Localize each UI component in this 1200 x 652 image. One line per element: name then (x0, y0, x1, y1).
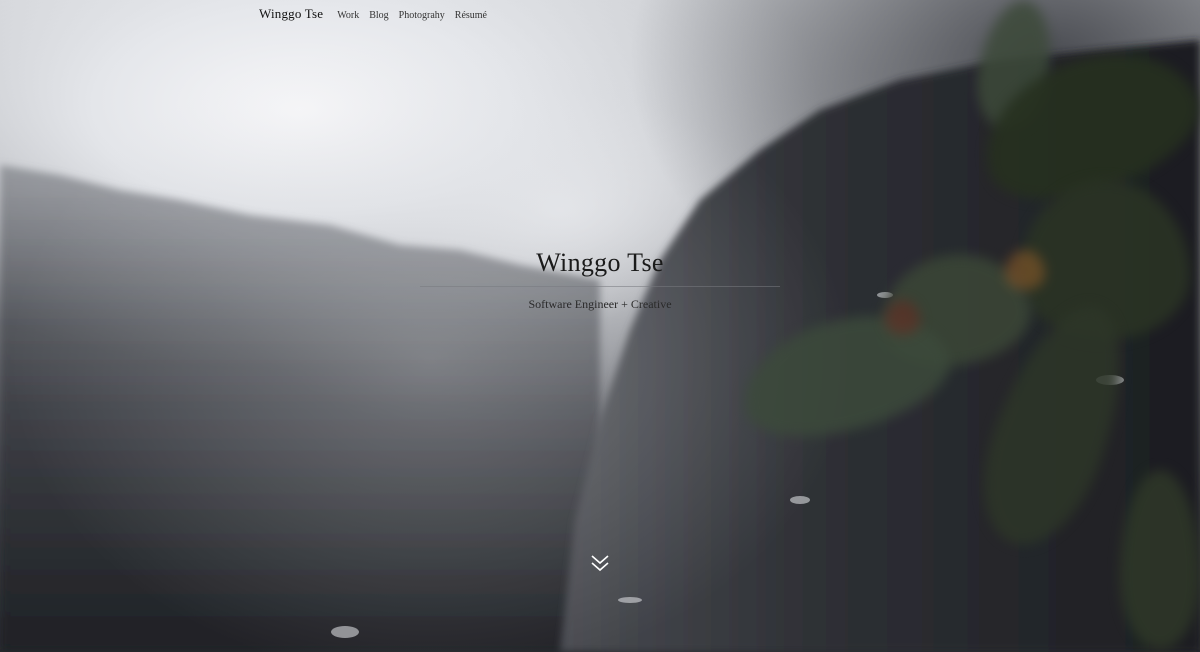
nav-link-photography[interactable]: Photograhy (399, 10, 445, 21)
brand-link[interactable]: Winggo Tse (259, 6, 323, 22)
nav-link-resume[interactable]: Résumé (455, 10, 487, 21)
hero-heading-block: Winggo Tse Software Engineer + Creative (0, 248, 1200, 312)
top-nav: Winggo Tse Work Blog Photograhy Résumé (259, 6, 497, 22)
hero-subtitle: Software Engineer + Creative (528, 297, 672, 311)
hero-divider (420, 286, 780, 287)
hero-title: Winggo Tse (536, 248, 664, 277)
nav-link-work[interactable]: Work (337, 10, 359, 21)
hero-section: Winggo Tse Work Blog Photograhy Résumé W… (0, 0, 1200, 652)
nav-link-blog[interactable]: Blog (369, 10, 388, 21)
double-chevron-down-icon[interactable] (590, 553, 610, 573)
